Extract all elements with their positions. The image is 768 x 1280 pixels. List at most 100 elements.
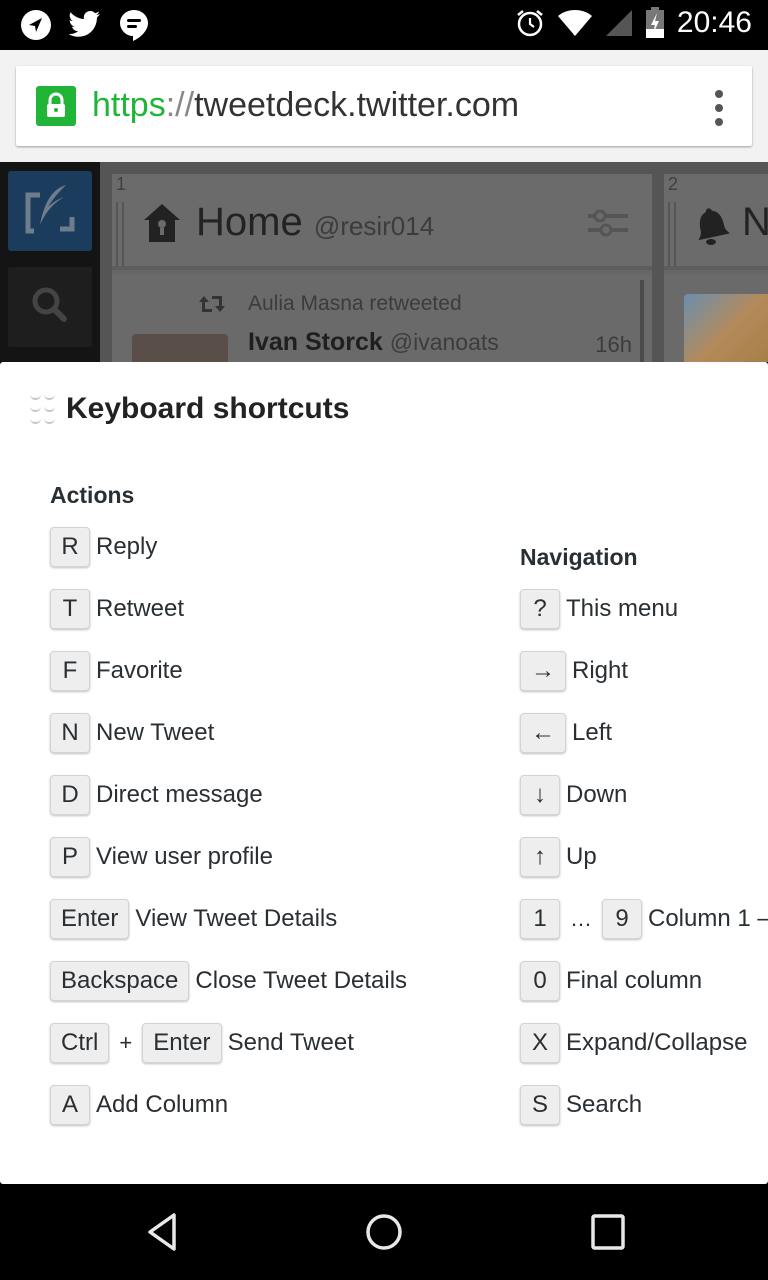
key-cap: X bbox=[520, 1023, 560, 1063]
key-cap: Ctrl bbox=[50, 1023, 110, 1063]
column-number: 1 bbox=[116, 174, 127, 194]
key-cap: R bbox=[50, 527, 90, 567]
url-host: tweetdeck.twitter.com bbox=[194, 86, 520, 124]
shortcut-description: Left bbox=[572, 719, 613, 746]
back-icon[interactable] bbox=[136, 1212, 184, 1252]
column-home: 1 Home @resir014 Aulia Masna retweeted I… bbox=[112, 174, 652, 362]
shortcut-description: Send Tweet bbox=[227, 1029, 354, 1056]
key-cap: 9 bbox=[602, 899, 642, 939]
shortcut-description: View Tweet Details bbox=[135, 905, 338, 932]
tweet-item[interactable] bbox=[664, 274, 768, 362]
key-cap: → bbox=[520, 651, 566, 691]
shortcut-description: Final column bbox=[566, 967, 703, 994]
modal-header: Keyboard shortcuts bbox=[0, 362, 768, 454]
clock: 20:46 bbox=[676, 6, 752, 39]
shortcut-row: N New Tweet bbox=[50, 712, 214, 754]
shortcut-description: Search bbox=[566, 1091, 643, 1118]
shortcut-row: ↑ Up bbox=[520, 836, 597, 878]
column-header: 1 Home @resir014 bbox=[112, 174, 652, 270]
shortcut-description: Down bbox=[566, 781, 628, 808]
compose-button[interactable] bbox=[8, 171, 92, 251]
browser-toolbar: https://tweetdeck.twitter.com bbox=[0, 50, 768, 162]
shortcut-row: ← Left bbox=[520, 712, 612, 754]
shortcut-description: This menu bbox=[566, 595, 679, 622]
url-text[interactable]: https://tweetdeck.twitter.com bbox=[92, 86, 519, 125]
drag-handle[interactable] bbox=[668, 202, 676, 266]
column-scrollbar[interactable] bbox=[640, 280, 644, 362]
avatar[interactable] bbox=[684, 294, 768, 362]
key-cap: ← bbox=[520, 713, 566, 753]
column-settings-icon[interactable] bbox=[586, 208, 628, 238]
shortcut-row: P View user profile bbox=[50, 836, 273, 878]
search-button[interactable] bbox=[8, 267, 92, 347]
shortcut-description: Add Column bbox=[96, 1091, 229, 1118]
drag-handle-icon[interactable] bbox=[30, 394, 56, 430]
author-handle: @ivanoats bbox=[389, 329, 499, 355]
shortcut-row: X Expand/Collapse bbox=[520, 1022, 747, 1064]
author-name: Ivan Storck bbox=[248, 328, 383, 356]
lock-icon[interactable] bbox=[36, 86, 76, 126]
recents-icon[interactable] bbox=[584, 1212, 632, 1252]
shortcut-row: A Add Column bbox=[50, 1084, 228, 1126]
column-header: 2 N bbox=[664, 174, 768, 270]
shortcut-row: 0 Final column bbox=[520, 960, 702, 1002]
key-cap: Enter bbox=[142, 1023, 222, 1063]
column-number: 2 bbox=[668, 174, 679, 194]
url-separator: :// bbox=[165, 86, 195, 124]
app-sidebar bbox=[0, 162, 100, 362]
status-bar: 20:46 bbox=[0, 0, 768, 50]
shortcut-row: 1 … 9Column 1 — bbox=[520, 898, 768, 940]
cell-signal-icon bbox=[605, 10, 632, 36]
column-notifications: 2 N bbox=[664, 174, 768, 362]
wifi-icon bbox=[557, 10, 592, 36]
key-cap: Enter bbox=[50, 899, 130, 939]
url-bar[interactable]: https://tweetdeck.twitter.com bbox=[16, 66, 752, 146]
keyboard-shortcuts-modal: Keyboard shortcuts Actions R Reply T Retwee… bbox=[0, 362, 768, 1184]
shortcut-row: ↓ Down bbox=[520, 774, 627, 816]
shortcut-row: → Right bbox=[520, 650, 628, 692]
alarm-icon bbox=[517, 10, 543, 37]
shortcut-description: Column 1 — bbox=[648, 905, 768, 932]
shortcut-description: Right bbox=[572, 657, 629, 684]
shortcut-row: F Favorite bbox=[50, 650, 183, 692]
shortcut-description: Retweet bbox=[96, 595, 185, 622]
key-cap: 1 bbox=[520, 899, 560, 939]
shortcut-description: Up bbox=[566, 843, 597, 870]
tweet-item[interactable]: Aulia Masna retweeted Ivan Storck @ivano… bbox=[112, 274, 652, 362]
search-icon bbox=[32, 287, 67, 322]
modal-title: Keyboard shortcuts bbox=[66, 392, 350, 425]
key-cap: A bbox=[50, 1085, 90, 1125]
navigation-heading: Navigation bbox=[520, 544, 638, 570]
home-circle-icon[interactable] bbox=[360, 1212, 408, 1252]
actions-heading: Actions bbox=[50, 482, 135, 508]
shortcut-row: D Direct message bbox=[50, 774, 263, 816]
shortcut-row: S Search bbox=[520, 1084, 642, 1126]
shortcut-row: Ctrl + Enter Send Tweet bbox=[50, 1022, 354, 1064]
shortcut-row: R Reply bbox=[50, 526, 157, 568]
shortcut-row: T Retweet bbox=[50, 588, 184, 630]
compose-icon bbox=[25, 185, 75, 234]
tweetdeck-background: 1 Home @resir014 Aulia Masna retweeted I… bbox=[0, 162, 768, 362]
shortcut-description: Close Tweet Details bbox=[195, 967, 408, 994]
column-title-text: Home bbox=[196, 200, 303, 244]
shortcut-row: Backspace Close Tweet Details bbox=[50, 960, 407, 1002]
key-cap: ↓ bbox=[520, 775, 560, 815]
drag-handle[interactable] bbox=[116, 202, 124, 266]
tweet-author[interactable]: Ivan Storck @ivanoats bbox=[248, 328, 499, 357]
columns-area: 1 Home @resir014 Aulia Masna retweeted I… bbox=[100, 162, 768, 362]
browser-menu-icon[interactable] bbox=[714, 90, 724, 126]
column-handle: @resir014 bbox=[313, 211, 435, 241]
shortcut-row: ? This menu bbox=[520, 588, 678, 630]
key-joiner: + bbox=[119, 1030, 133, 1055]
url-scheme: https bbox=[92, 86, 166, 124]
avatar[interactable] bbox=[132, 334, 228, 362]
key-joiner: … bbox=[570, 906, 592, 931]
shortcut-description: New Tweet bbox=[96, 719, 215, 746]
shortcut-row: Enter View Tweet Details bbox=[50, 898, 337, 940]
tweet-time: 16h bbox=[595, 332, 632, 357]
column-title: N bbox=[742, 200, 768, 244]
hangouts-icon bbox=[120, 10, 148, 41]
key-cap: Backspace bbox=[50, 961, 190, 1001]
key-cap: P bbox=[50, 837, 90, 877]
column-title: Home @resir014 bbox=[196, 200, 434, 245]
